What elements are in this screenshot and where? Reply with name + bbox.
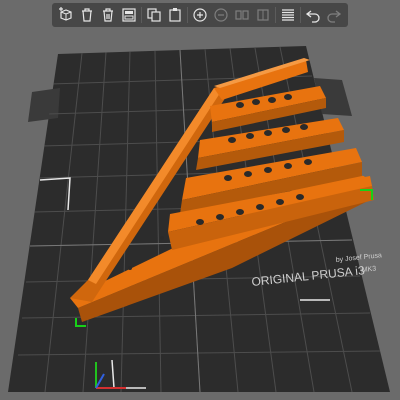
toolbar-separator (300, 7, 301, 23)
split-objects-button[interactable] (233, 6, 251, 24)
cube-plus-icon (59, 7, 72, 21)
top-toolbar (52, 3, 348, 27)
remove-instance-button[interactable] (212, 6, 230, 24)
split-parts-icon (257, 9, 269, 21)
arrange-button[interactable] (120, 6, 138, 24)
undo-icon (305, 10, 320, 23)
toolbar-separator (275, 7, 276, 23)
arrange-icon (122, 8, 136, 22)
split-parts-button[interactable] (254, 6, 272, 24)
toolbar-separator (141, 7, 142, 23)
minus-circle-icon (214, 8, 228, 22)
plus-circle-icon (193, 8, 207, 22)
split-objects-icon (235, 10, 249, 20)
copy-icon (147, 8, 161, 22)
redo-button[interactable] (325, 6, 343, 24)
bed-tab-left (28, 88, 60, 122)
add-instance-button[interactable] (191, 6, 209, 24)
trash-icon (82, 8, 92, 22)
redo-icon (327, 10, 342, 23)
layer-editing-button[interactable] (279, 6, 297, 24)
3d-viewport[interactable]: ORIGINAL PRUSA i3 MK3 by Josef Prusa (0, 0, 400, 400)
delete-button[interactable] (78, 6, 96, 24)
bed-logo-model: MK3 (361, 266, 376, 274)
paste-button[interactable] (166, 6, 184, 24)
trash-all-icon (103, 8, 113, 22)
copy-button[interactable] (145, 6, 163, 24)
paste-icon (169, 8, 181, 22)
add-object-button[interactable] (57, 6, 75, 24)
undo-button[interactable] (304, 6, 322, 24)
layers-icon (282, 9, 294, 21)
toolbar-separator (187, 7, 188, 23)
delete-all-button[interactable] (99, 6, 117, 24)
